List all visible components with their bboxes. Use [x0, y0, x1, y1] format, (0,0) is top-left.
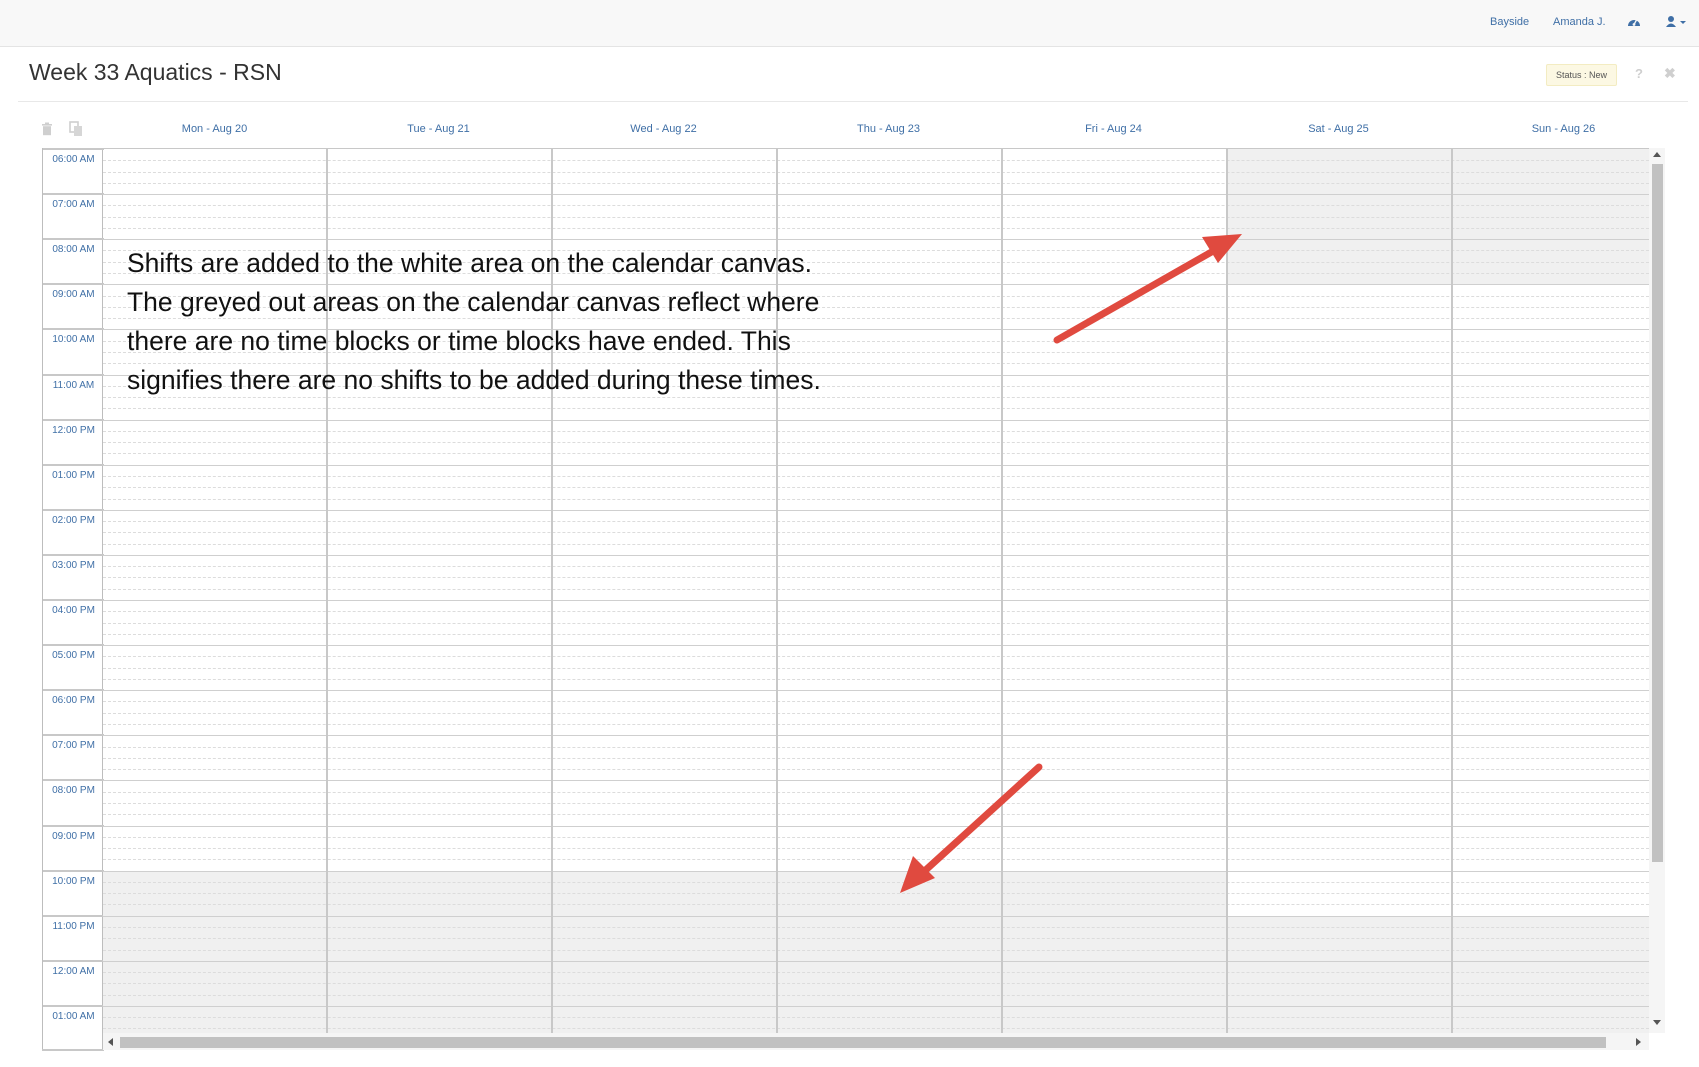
annotation-line: The greyed out areas on the calendar can…: [127, 287, 820, 317]
day-column[interactable]: [1003, 149, 1228, 1033]
horizontal-scrollbar[interactable]: [103, 1033, 1649, 1050]
day-header: Sun - Aug 26: [1531, 123, 1596, 135]
header-divider: [18, 101, 1688, 102]
user-name-link[interactable]: Amanda J.: [1553, 16, 1606, 28]
time-label: 07:00 AM: [43, 193, 104, 238]
time-label: 12:00 PM: [43, 418, 104, 464]
time-label: 10:00 AM: [43, 328, 104, 373]
time-column: 06:00 AM 07:00 AM 08:00 AM 09:00 AM 10:00 AM…: [42, 148, 104, 1050]
help-icon[interactable]: ?: [1635, 66, 1643, 81]
annotation-line: signifies there are no shifts to be adde…: [127, 365, 821, 395]
annotation-line: Shifts are added to the white area on th…: [127, 248, 813, 278]
time-label: 01:00 PM: [43, 463, 104, 509]
annotation-text: Shifts are added to the white area on th…: [127, 244, 927, 400]
time-label: 03:00 PM: [43, 553, 104, 599]
trash-icon[interactable]: [41, 122, 53, 136]
scroll-left-arrow-icon[interactable]: [108, 1038, 113, 1046]
time-label: 08:00 PM: [43, 779, 104, 824]
top-navbar: Bayside Amanda J.: [0, 0, 1699, 47]
user-menu-icon[interactable]: [1666, 15, 1688, 29]
time-column-bottom: [42, 1049, 104, 1051]
location-link[interactable]: Bayside: [1490, 16, 1529, 28]
vertical-scrollbar[interactable]: [1649, 148, 1665, 1033]
day-header: Sat - Aug 25: [1308, 123, 1369, 135]
time-label: 10:00 PM: [43, 869, 104, 915]
scroll-right-arrow-icon[interactable]: [1636, 1038, 1641, 1046]
time-label: 11:00 PM: [43, 914, 104, 960]
time-label: 06:00 AM: [43, 148, 104, 193]
time-label: 08:00 AM: [43, 238, 104, 283]
time-label: 12:00 AM: [43, 959, 104, 1005]
day-header: Tue - Aug 21: [407, 123, 470, 135]
day-header: Mon - Aug 20: [181, 123, 248, 135]
day-column[interactable]: [1453, 149, 1649, 1033]
annotation-line: there are no time blocks or time blocks …: [127, 326, 791, 356]
time-label: 01:00 AM: [43, 1004, 104, 1050]
scroll-up-arrow-icon[interactable]: [1653, 152, 1661, 157]
vertical-scroll-thumb[interactable]: [1652, 164, 1663, 862]
horizontal-scroll-thumb[interactable]: [120, 1037, 1606, 1048]
time-label: 04:00 PM: [43, 599, 104, 644]
dashboard-icon[interactable]: [1627, 15, 1641, 29]
time-label: 07:00 PM: [43, 734, 104, 779]
scroll-down-arrow-icon[interactable]: [1653, 1020, 1661, 1025]
time-label: 06:00 PM: [43, 689, 104, 734]
status-badge: Status : New: [1546, 64, 1617, 86]
time-label: 09:00 AM: [43, 283, 104, 328]
time-label: 05:00 PM: [43, 644, 104, 689]
time-label: 11:00 AM: [43, 373, 104, 419]
page-title: Week 33 Aquatics - RSN: [29, 59, 282, 85]
day-column[interactable]: [1228, 149, 1453, 1033]
copy-icon[interactable]: [69, 121, 84, 137]
day-header: Fri - Aug 24: [1085, 123, 1142, 135]
day-header: Thu - Aug 23: [857, 123, 920, 135]
time-label: 02:00 PM: [43, 508, 104, 554]
day-header: Wed - Aug 22: [630, 123, 697, 135]
close-icon[interactable]: ✖: [1664, 65, 1676, 82]
time-label: 09:00 PM: [43, 824, 104, 870]
